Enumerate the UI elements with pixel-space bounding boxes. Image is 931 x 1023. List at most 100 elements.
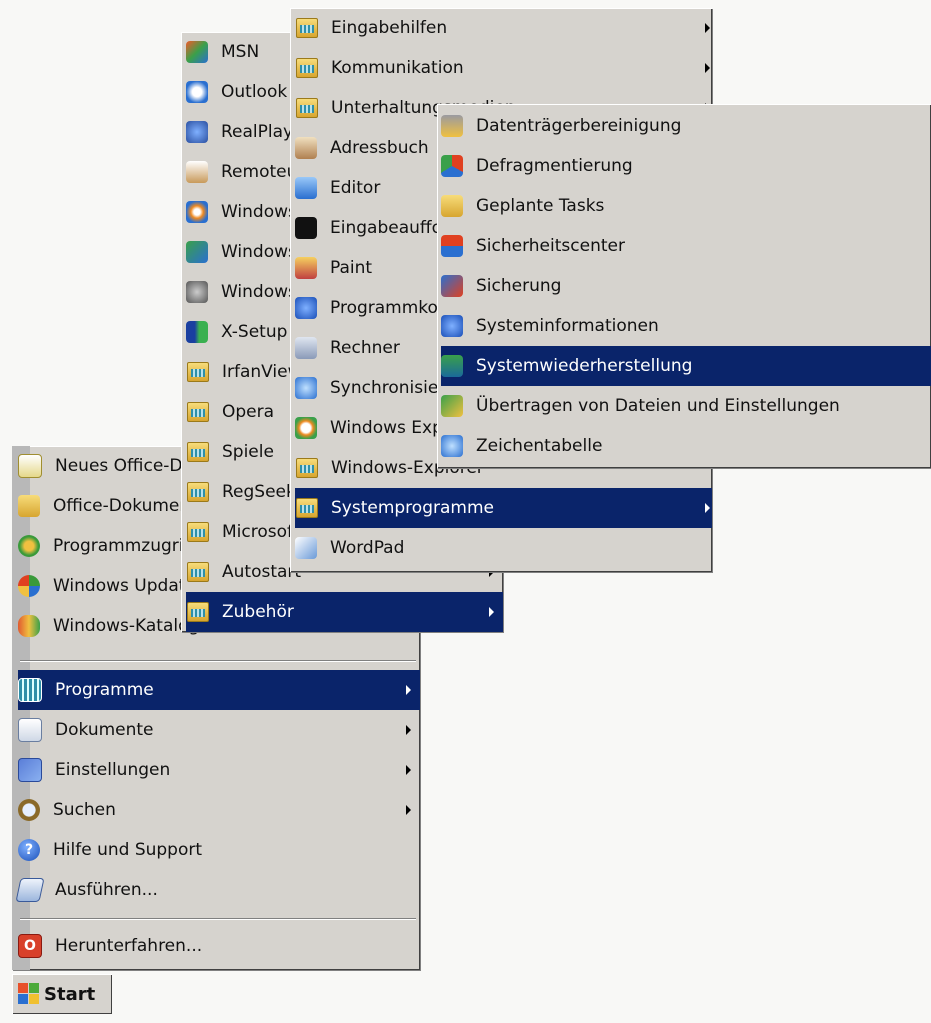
- calculator-icon: [295, 337, 317, 359]
- folder-icon: [187, 482, 209, 502]
- system-tools-item-übertragen-von-dateien-und-einstellungen[interactable]: Übertragen von Dateien und Einstellungen: [441, 386, 931, 426]
- start-item-label: Einstellungen: [55, 760, 171, 780]
- folder-icon: [187, 562, 209, 582]
- windows-catalog-icon: [18, 615, 40, 637]
- submenu-arrow-icon: [705, 23, 710, 33]
- start-item-label: Suchen: [53, 800, 116, 820]
- wordpad-icon: [295, 537, 317, 559]
- menu-item-label: Sicherung: [476, 276, 562, 296]
- start-item-run[interactable]: Ausführen...: [15, 870, 420, 910]
- outlook-express-icon: [186, 81, 208, 103]
- folder-icon: [296, 98, 318, 118]
- accessories-item-systemprogramme[interactable]: Systemprogramme: [295, 488, 712, 528]
- windows-update-icon: [18, 575, 40, 597]
- system-tools-item-sicherheitscenter[interactable]: Sicherheitscenter: [441, 226, 931, 266]
- sync-icon: [295, 377, 317, 399]
- search-icon: [18, 799, 40, 821]
- menu-item-label: Sicherheitscenter: [476, 236, 625, 256]
- menu-item-label: Systemwiederherstellung: [476, 356, 693, 376]
- menu-item-label: MSN: [221, 42, 260, 62]
- start-item-help[interactable]: ? Hilfe und Support: [18, 830, 420, 870]
- address-book-icon: [295, 137, 317, 159]
- security-center-icon: [441, 235, 463, 257]
- character-map-icon: [441, 435, 463, 457]
- transfer-wizard-icon: [441, 395, 463, 417]
- windows-logo-icon: [18, 983, 40, 1005]
- office-new-icon: [18, 454, 42, 478]
- folder-icon: [296, 18, 318, 38]
- start-item-settings[interactable]: Einstellungen: [18, 750, 420, 790]
- menu-item-label: Geplante Tasks: [476, 196, 605, 216]
- start-item-label: Dokumente: [55, 720, 154, 740]
- folder-icon: [187, 402, 209, 422]
- submenu-arrow-icon: [406, 685, 411, 695]
- submenu-arrow-icon: [705, 503, 710, 513]
- accessories-item-kommunikation[interactable]: Kommunikation: [295, 48, 712, 88]
- accessories-item-eingabehilfen[interactable]: Eingabehilfen: [295, 8, 712, 48]
- disk-cleanup-icon: [441, 115, 463, 137]
- menu-item-label: Datenträgerbereinigung: [476, 116, 682, 136]
- menu-item-label: Zeichentabelle: [476, 436, 603, 456]
- start-item-documents[interactable]: Dokumente: [18, 710, 420, 750]
- submenu-arrow-icon: [406, 805, 411, 815]
- x-setup-icon: [186, 321, 208, 343]
- help-icon: ?: [18, 839, 40, 861]
- menu-item-label: Editor: [330, 178, 381, 198]
- system-tools-menu: Datenträgerbereinigung Defragmentierung Ge…: [437, 104, 931, 468]
- movie-maker-icon: [186, 281, 208, 303]
- menu-item-label: Systemprogramme: [331, 498, 494, 518]
- media-player-icon: [186, 201, 208, 223]
- start-button[interactable]: Start: [12, 974, 112, 1014]
- system-restore-icon: [441, 355, 463, 377]
- submenu-arrow-icon: [705, 63, 710, 73]
- menu-item-label: Kommunikation: [331, 58, 464, 78]
- start-item-label: Hilfe und Support: [53, 840, 203, 860]
- remote-assistance-icon: [186, 161, 208, 183]
- menu-item-label: Opera: [222, 402, 275, 422]
- system-tools-item-systemwiederherstellung[interactable]: Systemwiederherstellung: [441, 346, 931, 386]
- accessories-item-wordpad[interactable]: WordPad: [295, 528, 712, 568]
- office-open-icon: [18, 495, 40, 517]
- folder-icon: [187, 602, 209, 622]
- submenu-arrow-icon: [406, 765, 411, 775]
- system-tools-item-systeminformationen[interactable]: Systeminformationen: [441, 306, 931, 346]
- start-item-label: Programme: [55, 680, 154, 700]
- notepad-icon: [295, 177, 317, 199]
- scheduled-tasks-icon: [441, 195, 463, 217]
- submenu-arrow-icon: [489, 607, 494, 617]
- menu-item-label: Paint: [330, 258, 373, 278]
- menu-item-label: X-Setup: [221, 322, 288, 342]
- menu-item-label: Adressbuch: [330, 138, 429, 158]
- program-access-icon: [18, 535, 40, 557]
- menu-item-label: Rechner: [330, 338, 400, 358]
- start-menu-divider: [20, 918, 416, 920]
- msn-butterfly-icon: [186, 41, 208, 63]
- system-tools-item-sicherung[interactable]: Sicherung: [441, 266, 931, 306]
- menu-item-label: Defragmentierung: [476, 156, 633, 176]
- system-tools-item-datenträgerbereinigung[interactable]: Datenträgerbereinigung: [441, 106, 931, 146]
- system-tools-item-defragmentierung[interactable]: Defragmentierung: [441, 146, 931, 186]
- folder-icon: [187, 362, 209, 382]
- folder-icon: [187, 442, 209, 462]
- settings-icon: [18, 758, 42, 782]
- menu-item-label: Eingabehilfen: [331, 18, 448, 38]
- backup-icon: [441, 275, 463, 297]
- start-item-search[interactable]: Suchen: [18, 790, 420, 830]
- folder-icon: [296, 498, 318, 518]
- programs-item-zubehör[interactable]: Zubehör: [186, 592, 503, 632]
- messenger-icon: [186, 241, 208, 263]
- start-item-label: Herunterfahren...: [55, 936, 203, 956]
- menu-item-label: Zubehör: [222, 602, 294, 622]
- start-item-label: Ausführen...: [55, 880, 158, 900]
- system-tools-item-zeichentabelle[interactable]: Zeichentabelle: [441, 426, 931, 466]
- realplayer-icon: [186, 121, 208, 143]
- windows-explorer-icon: [295, 417, 317, 439]
- start-button-label: Start: [44, 983, 96, 1005]
- documents-icon: [18, 718, 42, 742]
- system-tools-item-geplante-tasks[interactable]: Geplante Tasks: [441, 186, 931, 226]
- start-item-programs[interactable]: Programme: [18, 670, 420, 710]
- paint-icon: [295, 257, 317, 279]
- menu-item-label: WordPad: [330, 538, 405, 558]
- command-prompt-icon: [295, 217, 317, 239]
- start-item-shutdown[interactable]: O Herunterfahren...: [18, 926, 420, 966]
